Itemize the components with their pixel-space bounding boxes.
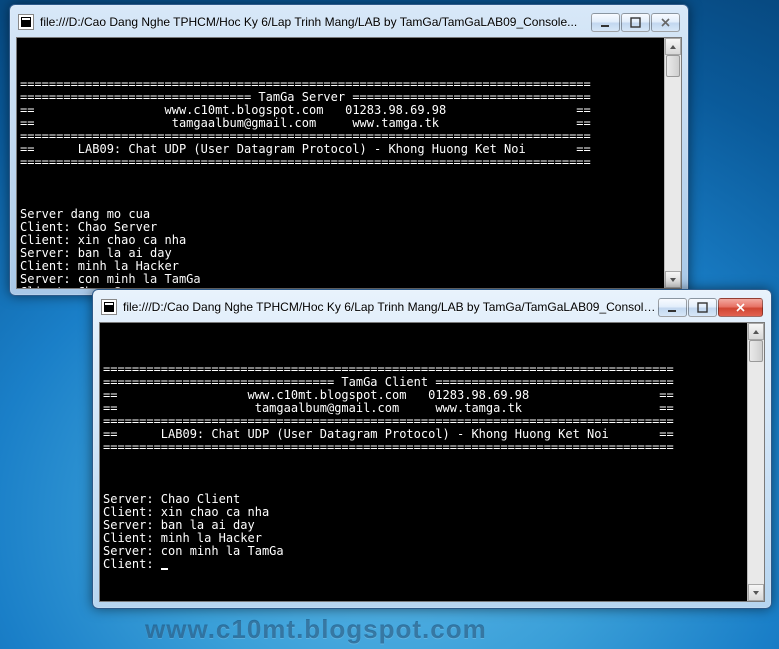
console-line: Client: xin chao ca nha xyxy=(20,233,186,247)
scroll-track[interactable] xyxy=(665,55,681,271)
app-icon xyxy=(18,14,34,30)
scrollbar[interactable] xyxy=(747,323,764,601)
console-line: Server: Chao Client xyxy=(103,492,240,506)
minimize-button[interactable] xyxy=(591,13,620,32)
maximize-button[interactable] xyxy=(688,298,717,317)
console-line: ========================================… xyxy=(20,129,591,143)
console-line: Client: Chao Server xyxy=(20,220,157,234)
console-line: == www.c10mt.blogspot.com 01283.98.69.98… xyxy=(20,103,591,117)
console-line: Client: minh la Hacker xyxy=(103,531,262,545)
console-line: == LAB09: Chat UDP (User Datagram Protoc… xyxy=(103,427,674,441)
console-line: Server: ban la ai day xyxy=(20,246,172,260)
console-line: ================================ TamGa C… xyxy=(103,375,674,389)
watermark-text: www.c10mt.blogspot.com xyxy=(145,614,487,645)
close-button[interactable] xyxy=(718,298,763,317)
console-line: Server: con minh la TamGa xyxy=(20,272,201,286)
scroll-down-button[interactable] xyxy=(665,271,681,288)
minimize-button[interactable] xyxy=(658,298,687,317)
scroll-up-button[interactable] xyxy=(748,323,764,340)
console-line: == LAB09: Chat UDP (User Datagram Protoc… xyxy=(20,142,591,156)
console-line: ========================================… xyxy=(103,362,674,376)
titlebar[interactable]: file:///D:/Cao Dang Nghe TPHCM/Hoc Ky 6/… xyxy=(99,296,765,318)
console-line: == tamgaalbum@gmail.com www.tamga.tk == xyxy=(20,116,591,130)
scroll-down-button[interactable] xyxy=(748,584,764,601)
window-title: file:///D:/Cao Dang Nghe TPHCM/Hoc Ky 6/… xyxy=(40,15,591,29)
console-line: ========================================… xyxy=(103,414,674,428)
scrollbar[interactable] xyxy=(664,38,681,288)
console-line: Server: ban la ai day xyxy=(103,518,255,532)
scroll-thumb[interactable] xyxy=(749,340,763,362)
console-output: ========================================… xyxy=(16,37,682,289)
maximize-button[interactable] xyxy=(621,13,650,32)
app-icon xyxy=(101,299,117,315)
console-line: == www.c10mt.blogspot.com 01283.98.69.98… xyxy=(103,388,674,402)
titlebar[interactable]: file:///D:/Cao Dang Nghe TPHCM/Hoc Ky 6/… xyxy=(16,11,682,33)
console-line: ========================================… xyxy=(20,77,591,91)
console-output: ========================================… xyxy=(99,322,765,602)
console-line: Client: xyxy=(103,557,161,571)
console-line: ================================ TamGa S… xyxy=(20,90,591,104)
console-line: Server dang mo cua xyxy=(20,207,150,221)
text-cursor xyxy=(161,568,168,570)
close-button[interactable] xyxy=(651,13,680,32)
console-line: ========================================… xyxy=(103,440,674,454)
window-title: file:///D:/Cao Dang Nghe TPHCM/Hoc Ky 6/… xyxy=(123,300,658,314)
console-line: Client: xin chao ca nha xyxy=(103,505,269,519)
console-window-client: file:///D:/Cao Dang Nghe TPHCM/Hoc Ky 6/… xyxy=(92,289,772,609)
scroll-up-button[interactable] xyxy=(665,38,681,55)
scroll-thumb[interactable] xyxy=(666,55,680,77)
console-window-server: file:///D:/Cao Dang Nghe TPHCM/Hoc Ky 6/… xyxy=(9,4,689,296)
console-line: == tamgaalbum@gmail.com www.tamga.tk == xyxy=(103,401,674,415)
console-line: Client: minh la Hacker xyxy=(20,259,179,273)
scroll-track[interactable] xyxy=(748,340,764,584)
console-line: Server: con minh la TamGa xyxy=(103,544,284,558)
console-line: ========================================… xyxy=(20,155,591,169)
